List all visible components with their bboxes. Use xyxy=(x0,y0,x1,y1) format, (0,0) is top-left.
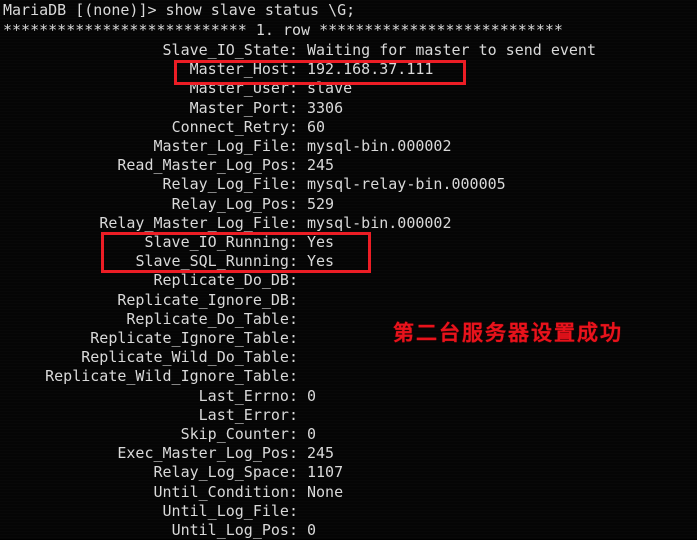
status-row-label: Until_Log_File: xyxy=(162,501,298,520)
status-row: Until_Log_Pos: 0 xyxy=(0,520,697,540)
status-row-label: Replicate_Do_Table: xyxy=(126,309,298,328)
status-row-label: Slave_IO_State: xyxy=(162,41,298,59)
status-row-value: 192.168.37.111 xyxy=(307,60,434,79)
status-row-label: Read_Master_Log_Pos: xyxy=(117,156,298,175)
status-row-label: Replicate_Do_DB: xyxy=(153,271,299,290)
status-row-label: Until_Condition: xyxy=(153,482,299,501)
status-row-value: 245 xyxy=(307,444,335,463)
status-row: Relay_Log_Space: 1107 xyxy=(0,462,697,482)
status-row-label: Master_Host: xyxy=(189,60,298,79)
status-row: Relay_Log_Pos: 529 xyxy=(0,194,697,214)
status-row-label: Replicate_Ignore_DB: xyxy=(117,290,298,309)
status-row-label: Until_Log_Pos: xyxy=(171,521,298,539)
status-row: Last_Errno: 0 xyxy=(0,386,697,406)
status-row: Relay_Master_Log_File: mysql-bin.000002 xyxy=(0,213,697,233)
status-row: Connect_Retry: 60 xyxy=(0,117,697,137)
status-row: Relay_Log_File: mysql-relay-bin.000005 xyxy=(0,174,697,194)
status-row-value: Yes xyxy=(307,252,335,271)
status-row-value: 0 xyxy=(307,521,317,539)
status-row-value: 1107 xyxy=(307,463,344,482)
status-row-label: Master_Log_File: xyxy=(153,137,299,155)
terminal-window[interactable]: MariaDB [(none)]> show slave status \G; … xyxy=(0,0,697,539)
status-row-value: None xyxy=(307,482,344,501)
status-row-label: Slave_IO_Running: xyxy=(144,233,298,251)
status-row-label: Skip_Counter: xyxy=(180,425,298,443)
status-row-label: Slave_SQL_Running: xyxy=(135,252,298,271)
status-row: Skip_Counter: 0 xyxy=(0,424,697,444)
status-row: Master_Host: 192.168.37.111 xyxy=(0,59,697,79)
status-row-value: 3306 xyxy=(307,98,344,117)
status-row-label: Exec_Master_Log_Pos: xyxy=(117,444,298,463)
result-row-banner: *************************** 1. row *****… xyxy=(3,21,563,39)
status-row: Until_Condition: None xyxy=(0,482,697,502)
status-row-label: Last_Error: xyxy=(198,405,298,424)
status-row: Replicate_Ignore_DB: xyxy=(0,290,697,310)
status-row: Replicate_Wild_Do_Table: xyxy=(0,347,697,367)
status-row-label: Relay_Log_File: xyxy=(162,175,298,194)
status-row-value: 0 xyxy=(307,425,317,443)
status-row-value: 529 xyxy=(307,194,335,213)
status-row: Exec_Master_Log_Pos: 245 xyxy=(0,443,697,463)
status-row-label: Replicate_Wild_Do_Table: xyxy=(81,348,298,367)
status-row-label: Replicate_Ignore_Table: xyxy=(90,329,298,347)
status-row-value: 60 xyxy=(307,117,326,136)
status-row: Master_User: slave xyxy=(0,78,697,98)
status-row-label: Master_Port: xyxy=(189,98,298,117)
status-row-value: mysql-bin.000002 xyxy=(307,137,452,155)
status-row-label: Replicate_Wild_Ignore_Table: xyxy=(45,367,298,386)
status-row: Master_Port: 3306 xyxy=(0,98,697,118)
status-row-value: Waiting for master to send event xyxy=(307,41,596,59)
status-row-label: Relay_Log_Pos: xyxy=(171,194,298,213)
status-row-label: Master_User: xyxy=(189,79,298,98)
status-row-value: 245 xyxy=(307,156,335,175)
shell-prompt-line: MariaDB [(none)]> show slave status \G; xyxy=(3,1,356,19)
status-row: Slave_SQL_Running: Yes xyxy=(0,251,697,271)
status-row-value: mysql-relay-bin.000005 xyxy=(307,175,506,194)
status-row: Replicate_Do_DB: xyxy=(0,270,697,290)
status-row-value: slave xyxy=(307,79,353,98)
status-row: Read_Master_Log_Pos: 245 xyxy=(0,155,697,175)
annotation-chinese-note: 第二台服务器设置成功 xyxy=(393,320,623,345)
status-row-value: Yes xyxy=(307,233,335,251)
status-row: Until_Log_File: xyxy=(0,501,697,521)
status-row-label: Last_Errno: xyxy=(198,386,298,405)
status-row-label: Connect_Retry: xyxy=(171,117,298,136)
status-row-value: mysql-bin.000002 xyxy=(307,213,452,232)
status-row-label: Relay_Log_Space: xyxy=(153,463,299,482)
status-row: Last_Error: xyxy=(0,405,697,425)
status-row: Master_Log_File: mysql-bin.000002 xyxy=(0,136,697,156)
status-row: Replicate_Wild_Ignore_Table: xyxy=(0,366,697,386)
status-row-value: 0 xyxy=(307,386,317,405)
status-row: Slave_IO_State: Waiting for master to sen… xyxy=(0,40,697,60)
status-row-label: Relay_Master_Log_File: xyxy=(99,213,298,232)
status-row: Slave_IO_Running: Yes xyxy=(0,232,697,252)
